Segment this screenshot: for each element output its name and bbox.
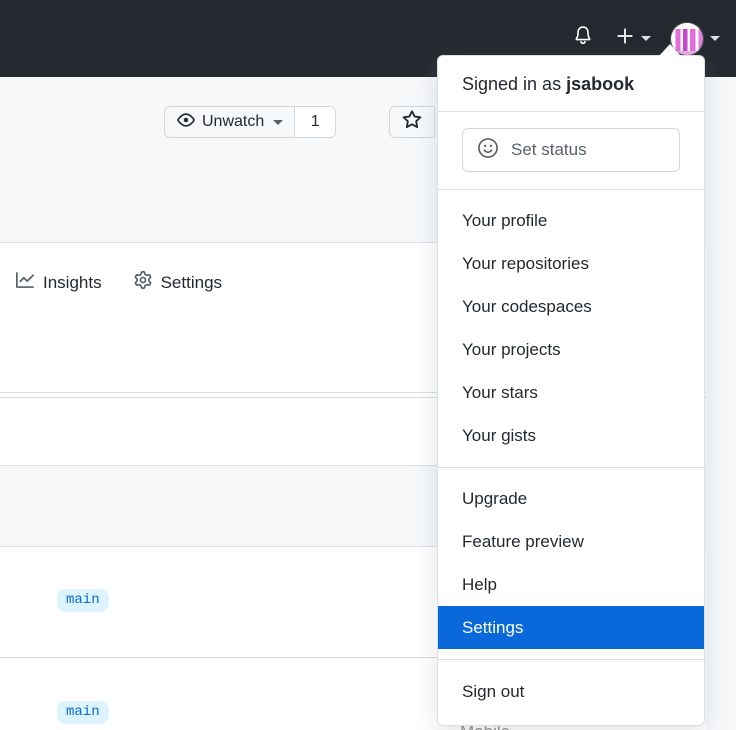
branch-badge[interactable]: main (57, 589, 109, 612)
chevron-down-icon (641, 36, 651, 41)
chevron-down-icon (273, 119, 284, 125)
tab-insights[interactable]: Insights (0, 263, 118, 302)
menu-item-your-profile[interactable]: Your profile (438, 199, 704, 242)
set-status-label: Set status (511, 140, 587, 159)
notifications-button[interactable] (561, 17, 605, 61)
menu-item-your-codespaces[interactable]: Your codespaces (438, 285, 704, 328)
tab-settings[interactable]: Settings (118, 263, 238, 302)
menu-item-settings[interactable]: Settings (438, 606, 704, 649)
signed-in-prefix: Signed in as (462, 74, 567, 94)
menu-section-primary: Your profile Your repositories Your code… (438, 190, 704, 467)
menu-item-your-gists[interactable]: Your gists (438, 414, 704, 457)
create-new-button[interactable] (605, 17, 659, 61)
tab-insights-label: Insights (43, 272, 102, 292)
tab-settings-label: Settings (160, 272, 223, 292)
branch-badge[interactable]: main (57, 701, 109, 724)
unwatch-label: Unwatch (202, 113, 265, 130)
menu-item-sign-out[interactable]: Sign out (438, 670, 704, 713)
plus-icon (615, 26, 635, 51)
user-dropdown-menu: Signed in as jsabook Set status Your pro… (437, 55, 705, 726)
menu-item-help[interactable]: Help (438, 563, 704, 606)
star-button[interactable] (389, 106, 435, 138)
menu-item-your-repositories[interactable]: Your repositories (438, 242, 704, 285)
menu-section-tail: Sign out (438, 660, 704, 725)
star-icon (402, 109, 422, 135)
chevron-down-icon (710, 36, 720, 41)
menu-item-your-stars[interactable]: Your stars (438, 371, 704, 414)
set-status-button[interactable]: Set status (462, 128, 680, 172)
eye-icon (177, 111, 195, 134)
menu-item-upgrade[interactable]: Upgrade (438, 477, 704, 520)
watch-button-group[interactable]: Unwatch 1 (164, 106, 337, 138)
menu-pointer (659, 44, 681, 56)
repository-tabs: Insights Settings (0, 263, 238, 302)
app-root: Unwatch 1 Insights Settings main main Si… (0, 0, 736, 730)
gear-icon (134, 271, 152, 294)
menu-item-feature-preview[interactable]: Feature preview (438, 520, 704, 563)
smiley-icon (477, 137, 499, 164)
status-section: Set status (438, 112, 704, 189)
menu-item-your-projects[interactable]: Your projects (438, 328, 704, 371)
bell-icon (572, 25, 594, 52)
menu-section-secondary: Upgrade Feature preview Help Settings (438, 468, 704, 659)
signed-in-as: Signed in as jsabook (438, 56, 704, 111)
signed-in-username: jsabook (566, 74, 635, 94)
unwatch-button[interactable]: Unwatch (165, 107, 296, 137)
graph-icon (16, 271, 34, 294)
watch-count: 1 (295, 107, 336, 137)
